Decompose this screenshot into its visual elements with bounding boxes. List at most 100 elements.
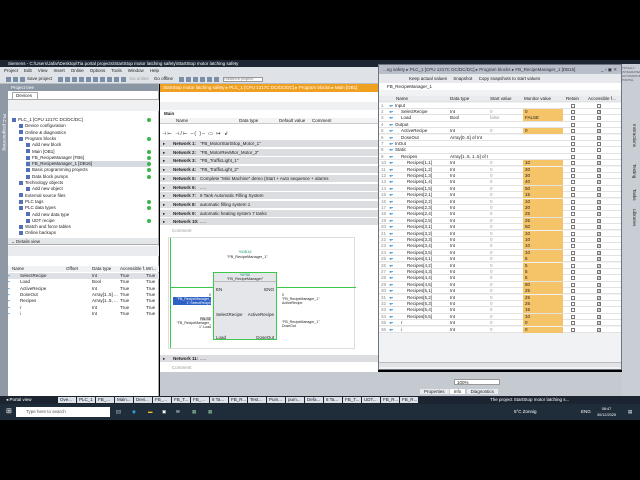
accessible-checkbox[interactable]: ✓	[597, 301, 601, 306]
retain-checkbox[interactable]	[571, 135, 575, 140]
save-project-button[interactable]: Save project	[27, 76, 52, 81]
open-project-icon[interactable]	[13, 76, 18, 82]
tree-item[interactable]: Device configuration	[19, 123, 150, 129]
compile-icon[interactable]	[107, 76, 113, 82]
menu-options[interactable]: Options	[90, 68, 106, 73]
tab-diagnostics[interactable]: Diagnostics	[466, 389, 498, 394]
retain-checkbox[interactable]	[571, 212, 575, 217]
taskbar-search[interactable]: Type here to search	[16, 407, 110, 417]
portal-tab[interactable]: UDT...	[362, 396, 380, 403]
portal-tab[interactable]: pum...	[286, 396, 304, 403]
network-header[interactable]: Network 10:.....	[160, 218, 378, 226]
tree-item[interactable]: Add new object	[26, 186, 150, 192]
retain-checkbox[interactable]	[571, 122, 575, 127]
menu-view[interactable]: View	[38, 68, 48, 73]
tab-info[interactable]: Info	[449, 389, 466, 394]
tree-item[interactable]: External source files	[19, 193, 150, 199]
portal-tab[interactable]: PLC_1	[77, 396, 95, 403]
active-recipe-operand[interactable]: "FB_RecipeManager_1".ActiveRecipe	[282, 297, 322, 305]
network-11-comment[interactable]: Comment	[172, 365, 192, 370]
tree-item[interactable]: FB_RecipeManager [FB6]	[26, 155, 150, 161]
retain-checkbox[interactable]	[571, 167, 575, 172]
print-icon[interactable]	[58, 76, 64, 82]
portal-tab[interactable]: Test...	[248, 396, 266, 403]
accessible-checkbox[interactable]: ✓	[597, 218, 601, 223]
portal-tab[interactable]: FB_R...	[400, 396, 418, 403]
network-header[interactable]: Network 8:automatic filling system 1	[160, 200, 378, 208]
project-search-input[interactable]	[222, 76, 263, 82]
portal-view-button[interactable]: ◂ Portal view	[0, 396, 58, 404]
retain-checkbox[interactable]	[571, 250, 575, 255]
menu-insert[interactable]: Insert	[53, 68, 64, 73]
network-header[interactable]: Network 5:Complete "Mini Machine" demo (…	[160, 174, 378, 182]
retain-checkbox[interactable]	[571, 244, 575, 249]
status-message[interactable]: The project StartStop motor latching s..…	[490, 396, 569, 404]
stop-cpu-icon[interactable]	[193, 76, 199, 82]
details-row[interactable]: ▪ ActiveRecipe Int True True	[8, 286, 159, 292]
network-header[interactable]: Network 9:automatic heating system 7 tan…	[160, 209, 378, 217]
accessible-checkbox[interactable]: ✓	[597, 263, 601, 268]
redo-icon[interactable]	[100, 76, 106, 82]
accessible-checkbox[interactable]: ✓	[597, 193, 601, 198]
tab-instructions[interactable]: Instructions	[632, 124, 637, 147]
retain-checkbox[interactable]	[571, 237, 575, 242]
accessible-checkbox[interactable]: ✓	[597, 180, 601, 185]
accessible-checkbox[interactable]: ✓	[597, 167, 601, 172]
retain-checkbox[interactable]	[571, 308, 575, 313]
delete-icon[interactable]	[86, 76, 92, 82]
retain-checkbox[interactable]	[571, 186, 575, 191]
accessible-checkbox[interactable]: ✓	[597, 269, 601, 274]
details-row[interactable]: ▪ i Int True True	[8, 311, 159, 317]
retain-checkbox[interactable]	[571, 257, 575, 262]
edge-icon[interactable]: ◉	[132, 404, 136, 420]
accessible-devices-icon[interactable]	[179, 76, 185, 82]
tree-item[interactable]: Main [OB1]	[26, 149, 150, 155]
retain-checkbox[interactable]	[571, 231, 575, 236]
explorer-icon[interactable]: ▬	[148, 404, 153, 420]
accessible-checkbox[interactable]: ✓	[597, 116, 601, 121]
accessible-checkbox[interactable]: ✓	[597, 225, 601, 230]
accessible-checkbox[interactable]: ✓	[597, 314, 601, 319]
network-header[interactable]: Network 3:"FB_TrafficLight_1"	[160, 157, 378, 165]
tree-item[interactable]: Online & diagnostics	[19, 130, 150, 136]
accessible-checkbox[interactable]	[597, 103, 601, 108]
tree-item[interactable]: Basic programming projects	[26, 167, 150, 173]
cut-icon[interactable]	[65, 76, 71, 82]
network-header[interactable]: Network 6:.....	[160, 183, 378, 191]
retain-checkbox[interactable]	[571, 116, 575, 121]
accessible-checkbox[interactable]: ✓	[597, 276, 601, 281]
mail-icon[interactable]: ✉	[176, 404, 180, 420]
tab-tasks[interactable]: Tasks	[632, 189, 637, 201]
tree-item[interactable]: PLC data types	[19, 205, 150, 211]
tab-testing[interactable]: Testing	[632, 164, 637, 178]
tree-item[interactable]: Data block pumps	[26, 174, 150, 180]
start-cpu-icon[interactable]	[186, 76, 192, 82]
portal-tab[interactable]: FB_...	[153, 396, 171, 403]
menu-window[interactable]: Window	[128, 68, 144, 73]
retain-checkbox[interactable]	[571, 109, 575, 114]
retain-checkbox[interactable]	[571, 276, 575, 281]
side-strip[interactable]: PLC programming	[0, 84, 8, 396]
retain-checkbox[interactable]	[571, 180, 575, 185]
accessible-checkbox[interactable]: ✓	[597, 321, 601, 326]
accessible-checkbox[interactable]: ✓	[597, 231, 601, 236]
split-vertical-icon[interactable]	[214, 76, 220, 82]
retain-checkbox[interactable]	[571, 327, 575, 332]
retain-checkbox[interactable]	[571, 295, 575, 300]
details-row[interactable]: ▪ Load Bool True True	[8, 279, 159, 285]
network-header[interactable]: Network 2:"FB_MotorRevMtor_Motor_2"	[160, 148, 378, 156]
retain-checkbox[interactable]	[571, 289, 575, 294]
accessible-checkbox[interactable]	[597, 122, 601, 127]
portal-tab[interactable]: FB_R...	[229, 396, 247, 403]
copy-icon[interactable]	[72, 76, 78, 82]
accessible-checkbox[interactable]	[597, 141, 601, 146]
portal-tab[interactable]: FB_R...	[381, 396, 399, 403]
accessible-checkbox[interactable]: ✓	[597, 250, 601, 255]
retain-checkbox[interactable]	[571, 148, 575, 153]
portal-tab[interactable]: 8 Ta...	[210, 396, 228, 403]
upload-icon[interactable]	[121, 76, 127, 82]
db-window-title[interactable]: ...ng safety ▸ PLC_1 [CPU 1217C DC/DC/DC…	[379, 65, 621, 74]
snapshot-button[interactable]: Snapshot	[453, 76, 472, 81]
portal-tab[interactable]: Defa...	[305, 396, 323, 403]
dose-out-operand[interactable]: "FB_RecipeManager_1".DoseOut	[282, 320, 322, 328]
